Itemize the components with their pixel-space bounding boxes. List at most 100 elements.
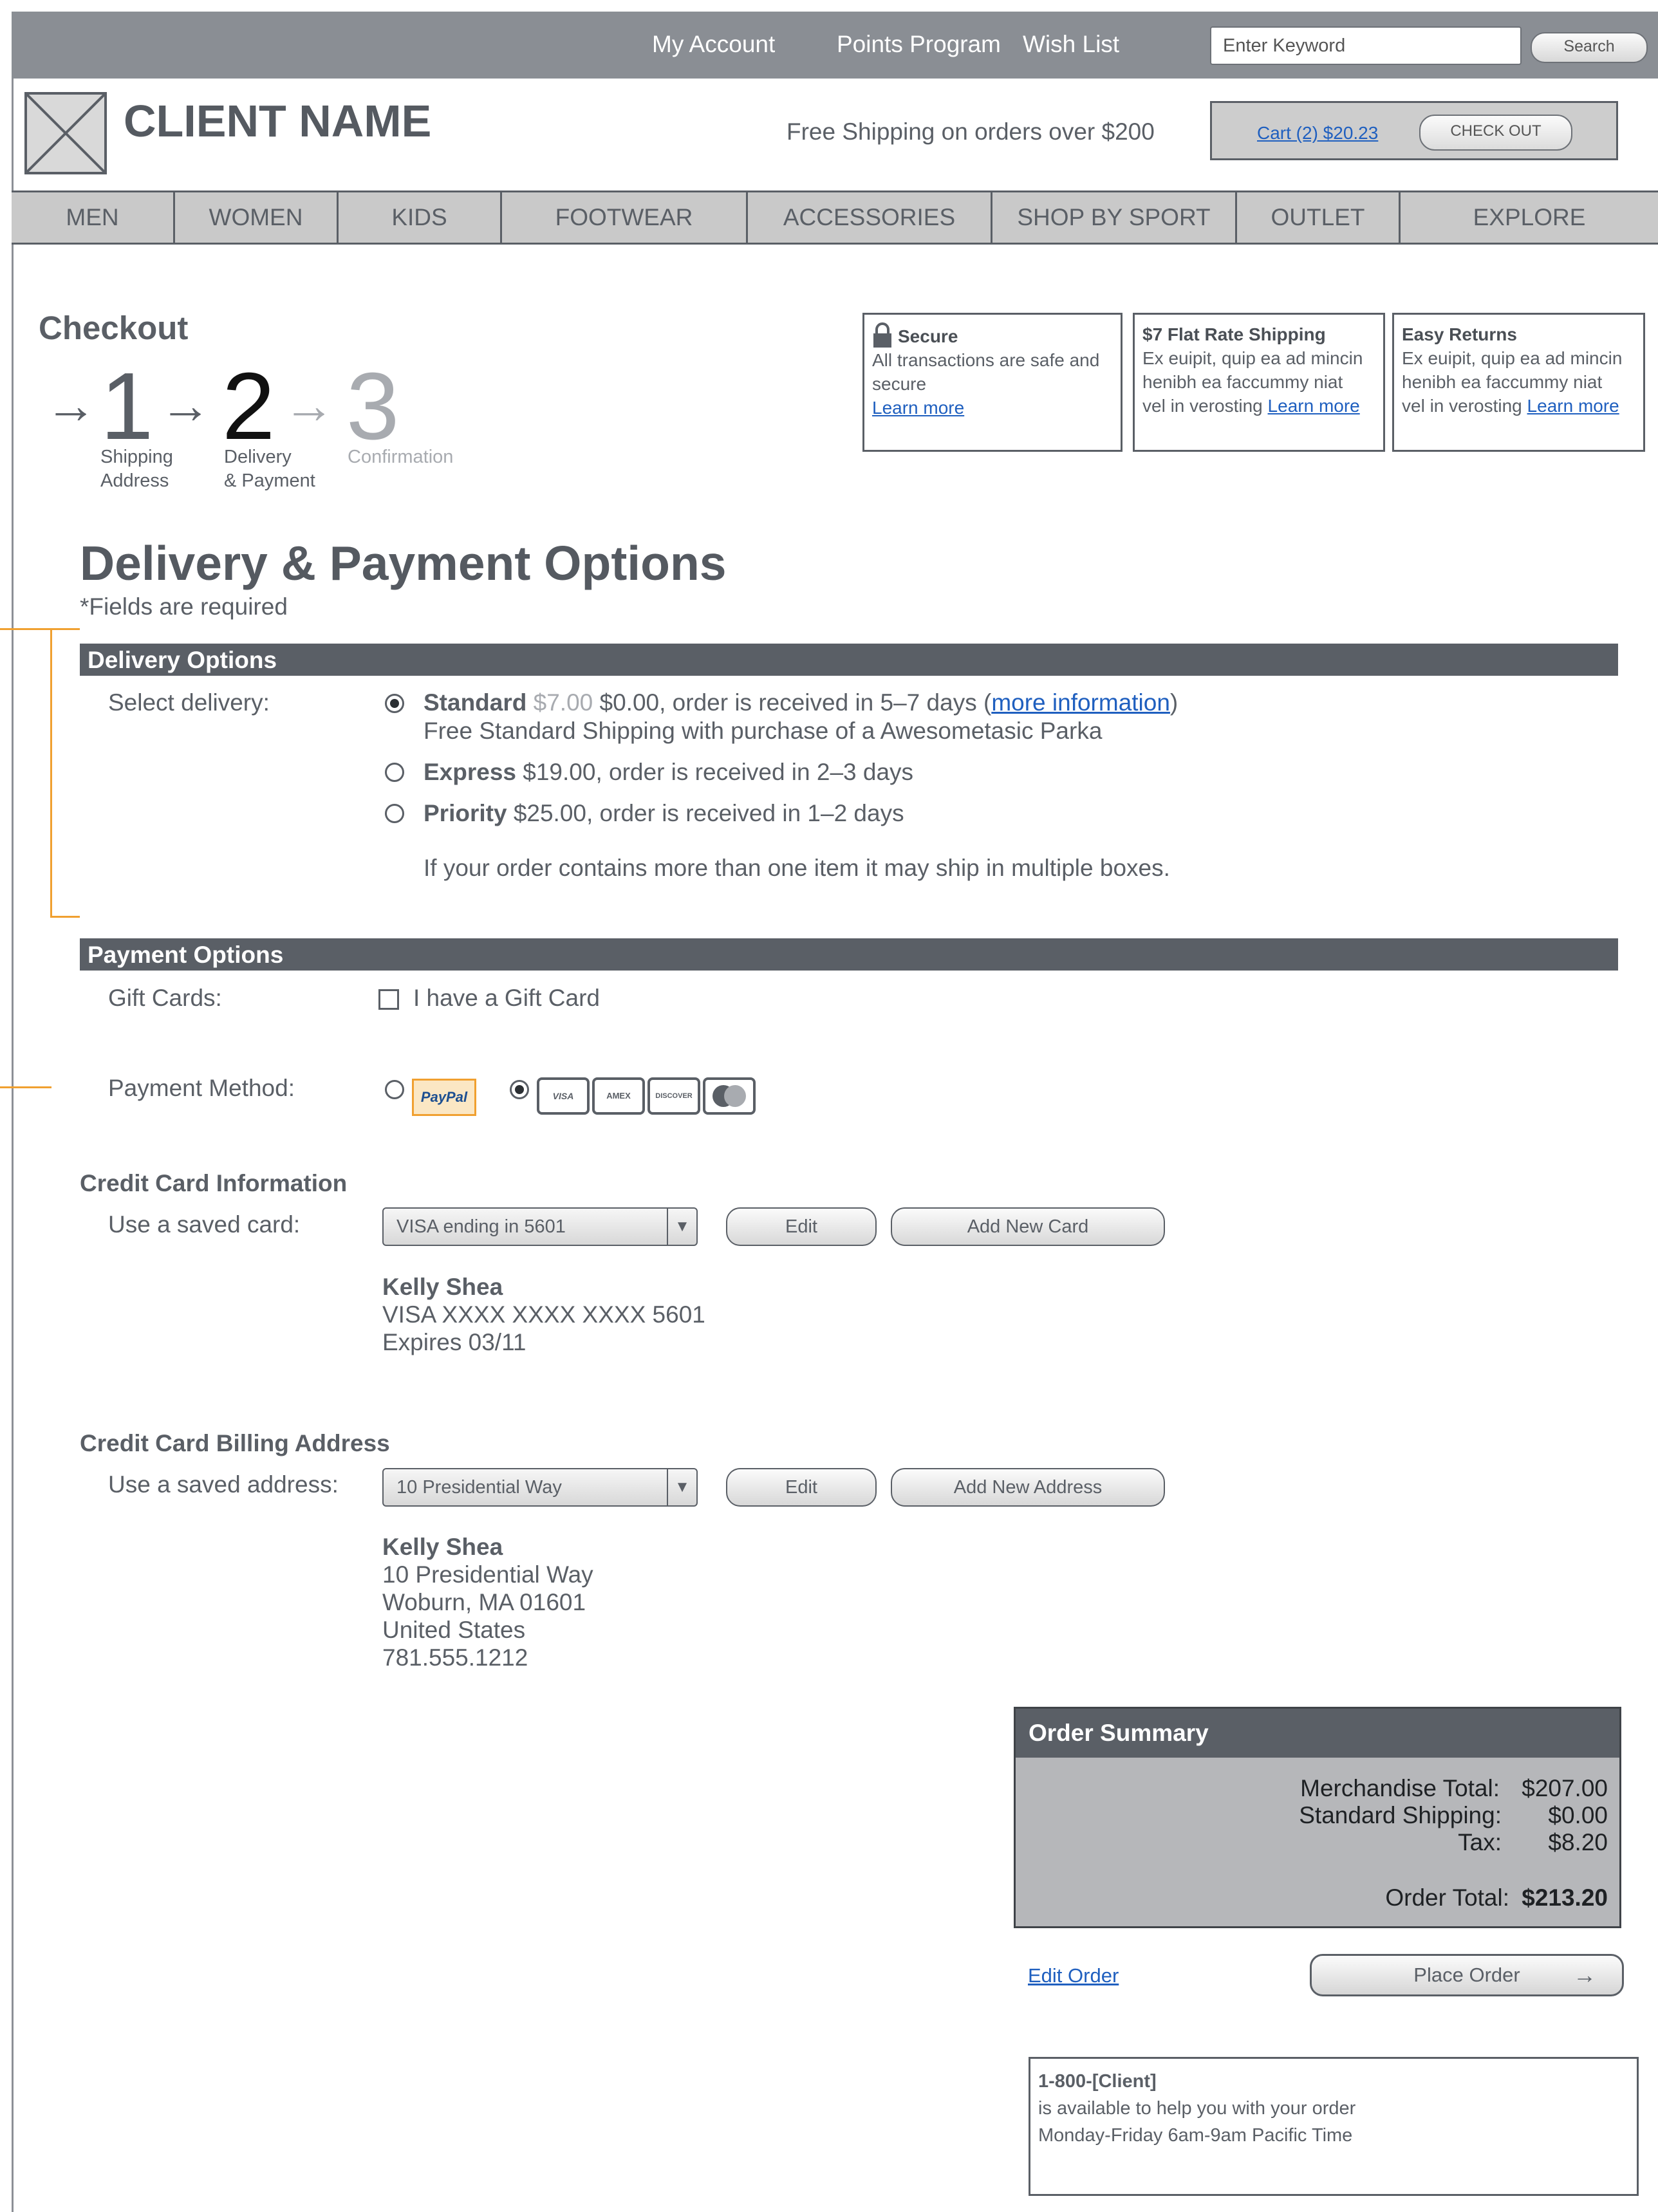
easy-returns-text-line: Ex euipit, quip ea ad mincin xyxy=(1402,348,1623,368)
search-input[interactable]: Enter Keyword xyxy=(1210,26,1522,65)
secure-text: All transactions are safe and secure xyxy=(872,350,1100,394)
payment-paypal-radio[interactable] xyxy=(385,1080,404,1099)
annotation-line xyxy=(0,1086,51,1088)
standard-shipping-label: Standard Shipping: xyxy=(1299,1802,1502,1828)
card-expiry: Expires 03/11 xyxy=(382,1329,526,1355)
delivery-express-radio[interactable] xyxy=(385,763,404,782)
order-total-label: Order Total: xyxy=(1385,1884,1509,1911)
payment-options-header: Payment Options xyxy=(80,938,1618,971)
more-information-link[interactable]: more information xyxy=(991,689,1170,716)
checkout-title: Checkout xyxy=(39,310,189,346)
step-2-number: 2 xyxy=(222,353,275,460)
main-nav: MEN WOMEN KIDS FOOTWEAR ACCESSORIES SHOP… xyxy=(12,191,1658,245)
select-delivery-label: Select delivery: xyxy=(108,689,270,716)
place-order-button[interactable]: Place Order → xyxy=(1310,1954,1624,1996)
my-account-link[interactable]: My Account xyxy=(652,31,775,58)
nav-men[interactable]: MEN xyxy=(12,192,175,243)
payment-method-label: Payment Method: xyxy=(108,1075,295,1101)
secure-info-box: Secure All transactions are safe and sec… xyxy=(862,313,1122,452)
billing-country: United States xyxy=(382,1617,526,1643)
payment-credit-card-radio[interactable] xyxy=(510,1080,529,1099)
chevron-down-icon: ▼ xyxy=(667,1209,696,1245)
billing-street: 10 Presidential Way xyxy=(382,1561,593,1588)
step-arrow-icon: → xyxy=(283,376,335,434)
secure-title: Secure xyxy=(898,326,958,346)
standard-name: Standard xyxy=(424,689,527,716)
logo-placeholder-icon[interactable] xyxy=(24,92,107,174)
easy-returns-text-line: vel in verosting xyxy=(1402,396,1522,416)
place-order-label: Place Order xyxy=(1413,1964,1520,1986)
delivery-express-text: Express $19.00, order is received in 2–3… xyxy=(424,758,913,786)
gift-card-checkbox[interactable] xyxy=(378,989,399,1010)
nav-explore[interactable]: EXPLORE xyxy=(1401,192,1658,243)
flat-rate-text-line: vel in verosting xyxy=(1142,396,1263,416)
points-program-link[interactable]: Points Program xyxy=(837,31,1001,58)
paypal-icon[interactable]: PayPal xyxy=(412,1079,476,1116)
order-total-value: $213.20 xyxy=(1522,1884,1608,1911)
saved-card-label: Use a saved card: xyxy=(108,1211,301,1238)
standard-note: Free Standard Shipping with purchase of … xyxy=(424,718,1103,744)
saved-address-label: Use a saved address: xyxy=(108,1471,339,1498)
easy-returns-text-line: henibh ea faccummy niat xyxy=(1402,372,1603,392)
flat-rate-text-line: Ex euipit, quip ea ad mincin xyxy=(1142,348,1363,368)
gift-card-checkbox-label[interactable]: I have a Gift Card xyxy=(413,984,600,1012)
saved-address-select[interactable]: 10 Presidential Way ▼ xyxy=(382,1468,698,1507)
step-arrow-icon: → xyxy=(45,376,97,434)
arrow-right-icon: → xyxy=(1573,1962,1596,1988)
edit-order-link[interactable]: Edit Order xyxy=(1028,1964,1119,1987)
secure-learn-more-link[interactable]: Learn more xyxy=(872,398,964,418)
wish-list-link[interactable]: Wish List xyxy=(1023,31,1119,58)
step-3-label: Confirmation xyxy=(348,447,454,467)
step-1-label: Shipping xyxy=(100,447,173,467)
easy-returns-learn-more-link[interactable]: Learn more xyxy=(1527,396,1619,416)
mastercard-icon xyxy=(703,1077,756,1115)
search-button[interactable]: Search xyxy=(1531,32,1648,63)
flat-rate-learn-more-link[interactable]: Learn more xyxy=(1268,396,1360,416)
nav-women[interactable]: WOMEN xyxy=(175,192,339,243)
delivery-priority-radio[interactable] xyxy=(385,804,404,823)
flat-rate-title: $7 Flat Rate Shipping xyxy=(1142,324,1326,344)
nav-accessories[interactable]: ACCESSORIES xyxy=(748,192,992,243)
tax-label: Tax: xyxy=(1458,1829,1502,1855)
page-title: Delivery & Payment Options xyxy=(80,536,727,590)
customer-service-hours: Monday-Friday 6am-9am Pacific Time xyxy=(1038,2125,1353,2146)
add-new-address-button[interactable]: Add New Address xyxy=(891,1468,1165,1507)
flat-rate-info-box: $7 Flat Rate Shipping Ex euipit, quip ea… xyxy=(1133,313,1385,452)
order-summary-title: Order Summary xyxy=(1016,1709,1619,1758)
nav-kids[interactable]: KIDS xyxy=(339,192,502,243)
billing-address-details: Kelly Shea 10 Presidential Way Woburn, M… xyxy=(382,1533,593,1671)
required-note-text: Fields are required xyxy=(89,593,288,620)
step-1-number: 1 xyxy=(100,353,154,460)
saved-card-select[interactable]: VISA ending in 5601 ▼ xyxy=(382,1207,698,1246)
step-1-label-line2: Address xyxy=(100,470,169,491)
cardholder-name: Kelly Shea xyxy=(382,1274,503,1300)
nav-outlet[interactable]: OUTLET xyxy=(1237,192,1401,243)
checkout-button[interactable]: CHECK OUT xyxy=(1419,115,1572,151)
add-new-card-button[interactable]: Add New Card xyxy=(891,1207,1165,1246)
annotation-line xyxy=(50,628,52,918)
nav-footwear[interactable]: FOOTWEAR xyxy=(502,192,748,243)
delivery-standard-text: Standard $7.00 $0.00, order is received … xyxy=(424,689,1178,716)
visa-icon: VISA xyxy=(537,1077,590,1115)
priority-text: $25.00, order is received in 1–2 days xyxy=(513,800,904,826)
easy-returns-info-box: Easy Returns Ex euipit, quip ea ad minci… xyxy=(1392,313,1645,452)
gift-cards-label: Gift Cards: xyxy=(108,985,222,1011)
nav-shop-by-sport[interactable]: SHOP BY SPORT xyxy=(992,192,1237,243)
step-3-number: 3 xyxy=(346,353,400,460)
flat-rate-text-line: henibh ea faccummy niat xyxy=(1142,372,1343,392)
client-name: CLIENT NAME xyxy=(124,96,432,146)
customer-service-line: is available to help you with your order xyxy=(1038,2098,1356,2119)
express-name: Express xyxy=(424,759,516,785)
step-2-label-line2: & Payment xyxy=(224,470,315,491)
edit-card-button[interactable]: Edit xyxy=(726,1207,877,1246)
standard-text: $0.00, order is received in 5–7 days ( xyxy=(599,689,992,716)
free-shipping-promo: Free Shipping on orders over $200 xyxy=(787,118,1155,145)
step-2-label: Delivery xyxy=(224,447,292,467)
delivery-priority-text: Priority $25.00, order is received in 1–… xyxy=(424,799,904,827)
saved-card-value: VISA ending in 5601 xyxy=(396,1216,566,1237)
cart-link[interactable]: Cart (2) $20.23 xyxy=(1257,123,1378,144)
customer-service-phone: 1-800-[Client] xyxy=(1038,2071,1157,2092)
saved-address-value: 10 Presidential Way xyxy=(396,1477,562,1498)
delivery-standard-radio[interactable] xyxy=(385,694,404,713)
edit-address-button[interactable]: Edit xyxy=(726,1468,877,1507)
